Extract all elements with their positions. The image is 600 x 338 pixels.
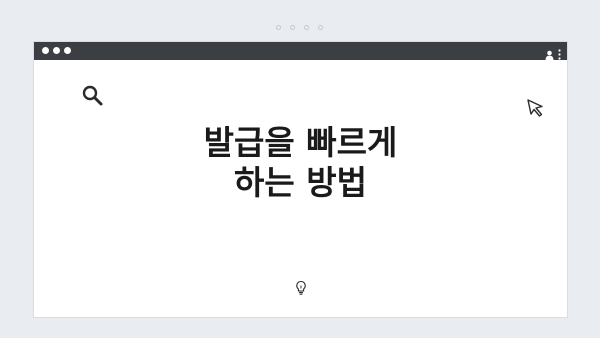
- page-headline: 발급을 빠르게 하는 방법: [34, 123, 567, 203]
- page-dot: [318, 25, 323, 30]
- window-control-dot[interactable]: [64, 47, 71, 54]
- cursor-icon: [526, 98, 546, 122]
- window-controls: [42, 47, 71, 54]
- window-titlebar: [34, 42, 567, 60]
- headline-line-1: 발급을 빠르게: [203, 123, 398, 162]
- page-dot: [304, 25, 309, 30]
- window-control-dot[interactable]: [53, 47, 60, 54]
- window-control-dot[interactable]: [42, 47, 49, 54]
- search-icon: [81, 84, 105, 112]
- window-content: 발급을 빠르게 하는 방법: [34, 60, 567, 319]
- page-dot: [290, 25, 295, 30]
- browser-window: 발급을 빠르게 하는 방법: [33, 41, 568, 318]
- page-indicator-dots: [276, 25, 323, 30]
- lightbulb-icon: [295, 280, 307, 300]
- page-dot: [276, 25, 281, 30]
- headline-line-2: 하는 방법: [234, 163, 367, 202]
